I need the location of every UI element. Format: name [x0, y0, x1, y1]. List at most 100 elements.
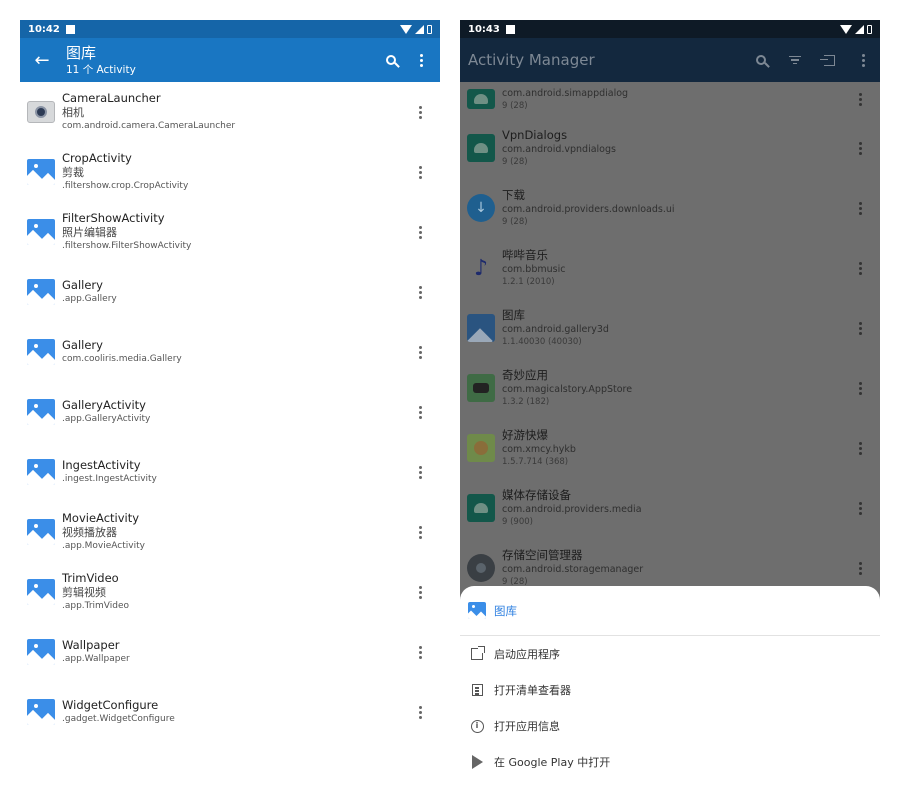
more-vert-icon — [418, 225, 422, 239]
activity-item[interactable]: IngestActivity .ingest.IngestActivity — [20, 442, 440, 502]
app-item[interactable]: ↓ 下载 com.android.providers.downloads.ui … — [460, 178, 880, 238]
activity-item[interactable]: Gallery .app.Gallery — [20, 262, 440, 322]
overflow-menu-button[interactable] — [406, 38, 436, 82]
open-in-play-store-button[interactable]: 在 Google Play 中打开 — [460, 744, 880, 780]
activity-class: .filtershow.FilterShowActivity — [62, 241, 192, 251]
item-overflow-button[interactable] — [848, 381, 872, 395]
app-version: 9 (28) — [502, 217, 528, 227]
overflow-menu-button[interactable] — [846, 38, 880, 82]
app-item[interactable]: 好游快爆 com.xmcy.hykb 1.5.7.714 (368) — [460, 418, 880, 478]
gallery-icon — [27, 699, 55, 725]
item-overflow-button[interactable] — [408, 225, 432, 239]
activity-name: Wallpaper — [62, 638, 120, 652]
app-item[interactable]: ♪ 哔哔音乐 com.bbmusic 1.2.1 (2010) — [460, 238, 880, 298]
item-overflow-button[interactable] — [848, 201, 872, 215]
activity-name: IngestActivity — [62, 458, 141, 472]
more-vert-icon — [858, 92, 862, 106]
music-icon: ♪ — [473, 255, 489, 281]
activity-name: FilterShowActivity — [62, 211, 165, 225]
app-name: 好游快爆 — [502, 428, 548, 442]
open-manifest-viewer-button[interactable]: 打开清单查看器 — [460, 672, 880, 708]
more-vert-icon — [418, 525, 422, 539]
activity-name: Gallery — [62, 278, 103, 292]
battery-icon — [427, 24, 432, 34]
app-package: com.android.providers.downloads.ui — [502, 204, 675, 215]
gallery-icon — [27, 399, 55, 425]
activity-item[interactable]: WidgetConfigure .gadget.WidgetConfigure — [20, 682, 440, 742]
filter-button[interactable] — [778, 38, 812, 82]
action-label: 在 Google Play 中打开 — [494, 756, 611, 769]
more-vert-icon — [418, 345, 422, 359]
item-overflow-button[interactable] — [408, 585, 432, 599]
item-overflow-button[interactable] — [408, 285, 432, 299]
open-app-info-button[interactable]: i 打开应用信息 — [460, 708, 880, 744]
activity-item[interactable]: MovieActivity 视频播放器 .app.MovieActivity — [20, 502, 440, 562]
app-version: 1.1.40030 (40030) — [502, 337, 582, 347]
status-bar: 10:43 — [460, 20, 880, 38]
item-overflow-button[interactable] — [408, 105, 432, 119]
activity-name: WidgetConfigure — [62, 698, 159, 712]
more-vert-icon — [858, 381, 862, 395]
launch-app-button[interactable]: 启动应用程序 — [460, 636, 880, 672]
activity-name: TrimVideo — [62, 571, 119, 585]
activity-item[interactable]: Wallpaper .app.Wallpaper — [20, 622, 440, 682]
wifi-icon — [400, 24, 412, 34]
app-item[interactable]: 媒体存储设备 com.android.providers.media 9 (90… — [460, 478, 880, 538]
search-button[interactable] — [376, 38, 406, 82]
app-package: com.android.providers.media — [502, 504, 642, 515]
activity-item[interactable]: TrimVideo 剪辑视频 .app.TrimVideo — [20, 562, 440, 622]
activity-item[interactable]: CameraLauncher 相机 com.android.camera.Cam… — [20, 82, 440, 142]
item-overflow-button[interactable] — [408, 165, 432, 179]
exit-button[interactable] — [812, 38, 846, 82]
activity-item[interactable]: Gallery com.cooliris.media.Gallery — [20, 322, 440, 382]
app-item[interactable]: 奇妙应用 com.magicalstory.AppStore 1.3.2 (18… — [460, 358, 880, 418]
item-overflow-button[interactable] — [408, 465, 432, 479]
search-button[interactable] — [744, 38, 778, 82]
sheet-title: 图库 — [494, 603, 517, 618]
activity-name: MovieActivity — [62, 511, 140, 525]
item-overflow-button[interactable] — [848, 321, 872, 335]
activity-item[interactable]: GalleryActivity .app.GalleryActivity — [20, 382, 440, 442]
back-arrow-icon[interactable]: ← — [20, 50, 64, 71]
item-overflow-button[interactable] — [848, 501, 872, 515]
action-label: 打开清单查看器 — [494, 684, 571, 697]
app-version: 9 (900) — [502, 517, 533, 527]
more-vert-icon — [858, 321, 862, 335]
activity-item[interactable]: CropActivity 剪裁 .filtershow.crop.CropAct… — [20, 142, 440, 202]
item-overflow-button[interactable] — [408, 645, 432, 659]
sheet-header: 图库 — [460, 586, 880, 636]
app-package: com.magicalstory.AppStore — [502, 384, 633, 395]
activity-class: com.android.camera.CameraLauncher — [62, 121, 236, 131]
item-overflow-button[interactable] — [848, 92, 872, 106]
item-overflow-button[interactable] — [408, 525, 432, 539]
item-overflow-button[interactable] — [408, 705, 432, 719]
item-overflow-button[interactable] — [408, 345, 432, 359]
activity-list: CameraLauncher 相机 com.android.camera.Cam… — [20, 82, 440, 742]
item-overflow-button[interactable] — [848, 561, 872, 575]
activity-item[interactable]: FilterShowActivity 照片编辑器 .filtershow.Fil… — [20, 202, 440, 262]
bottom-sheet: 图库 启动应用程序 打开清单查看器 i 打开应用信息 在 Google Play… — [460, 586, 880, 784]
item-overflow-button[interactable] — [848, 441, 872, 455]
app-bar: Activity Manager — [460, 38, 880, 82]
more-vert-icon — [418, 465, 422, 479]
more-vert-icon — [418, 705, 422, 719]
activity-manager-screen: 10:43 Activity Manager com.android.simap… — [460, 20, 880, 784]
activity-class: .app.TrimVideo — [62, 601, 130, 611]
app-version: 1.2.1 (2010) — [502, 277, 555, 287]
app-item[interactable]: VpnDialogs com.android.vpndialogs 9 (28) — [460, 118, 880, 178]
app-list: com.android.simappdialog 9 (28) VpnDialo… — [460, 82, 880, 602]
gallery-icon — [27, 339, 55, 365]
item-overflow-button[interactable] — [408, 405, 432, 419]
android-icon — [467, 494, 495, 522]
app-package: com.android.storagemanager — [502, 564, 644, 575]
app-name: 奇妙应用 — [502, 368, 548, 382]
app-name: 图库 — [502, 308, 525, 322]
activity-class: .filtershow.crop.CropActivity — [62, 181, 189, 191]
app-item[interactable]: com.android.simappdialog 9 (28) — [460, 82, 880, 118]
app-bar: ← 图库 11 个 Activity — [20, 38, 440, 82]
more-vert-icon — [858, 201, 862, 215]
app-item[interactable]: 图库 com.android.gallery3d 1.1.40030 (4003… — [460, 298, 880, 358]
more-vert-icon — [858, 561, 862, 575]
item-overflow-button[interactable] — [848, 141, 872, 155]
item-overflow-button[interactable] — [848, 261, 872, 275]
